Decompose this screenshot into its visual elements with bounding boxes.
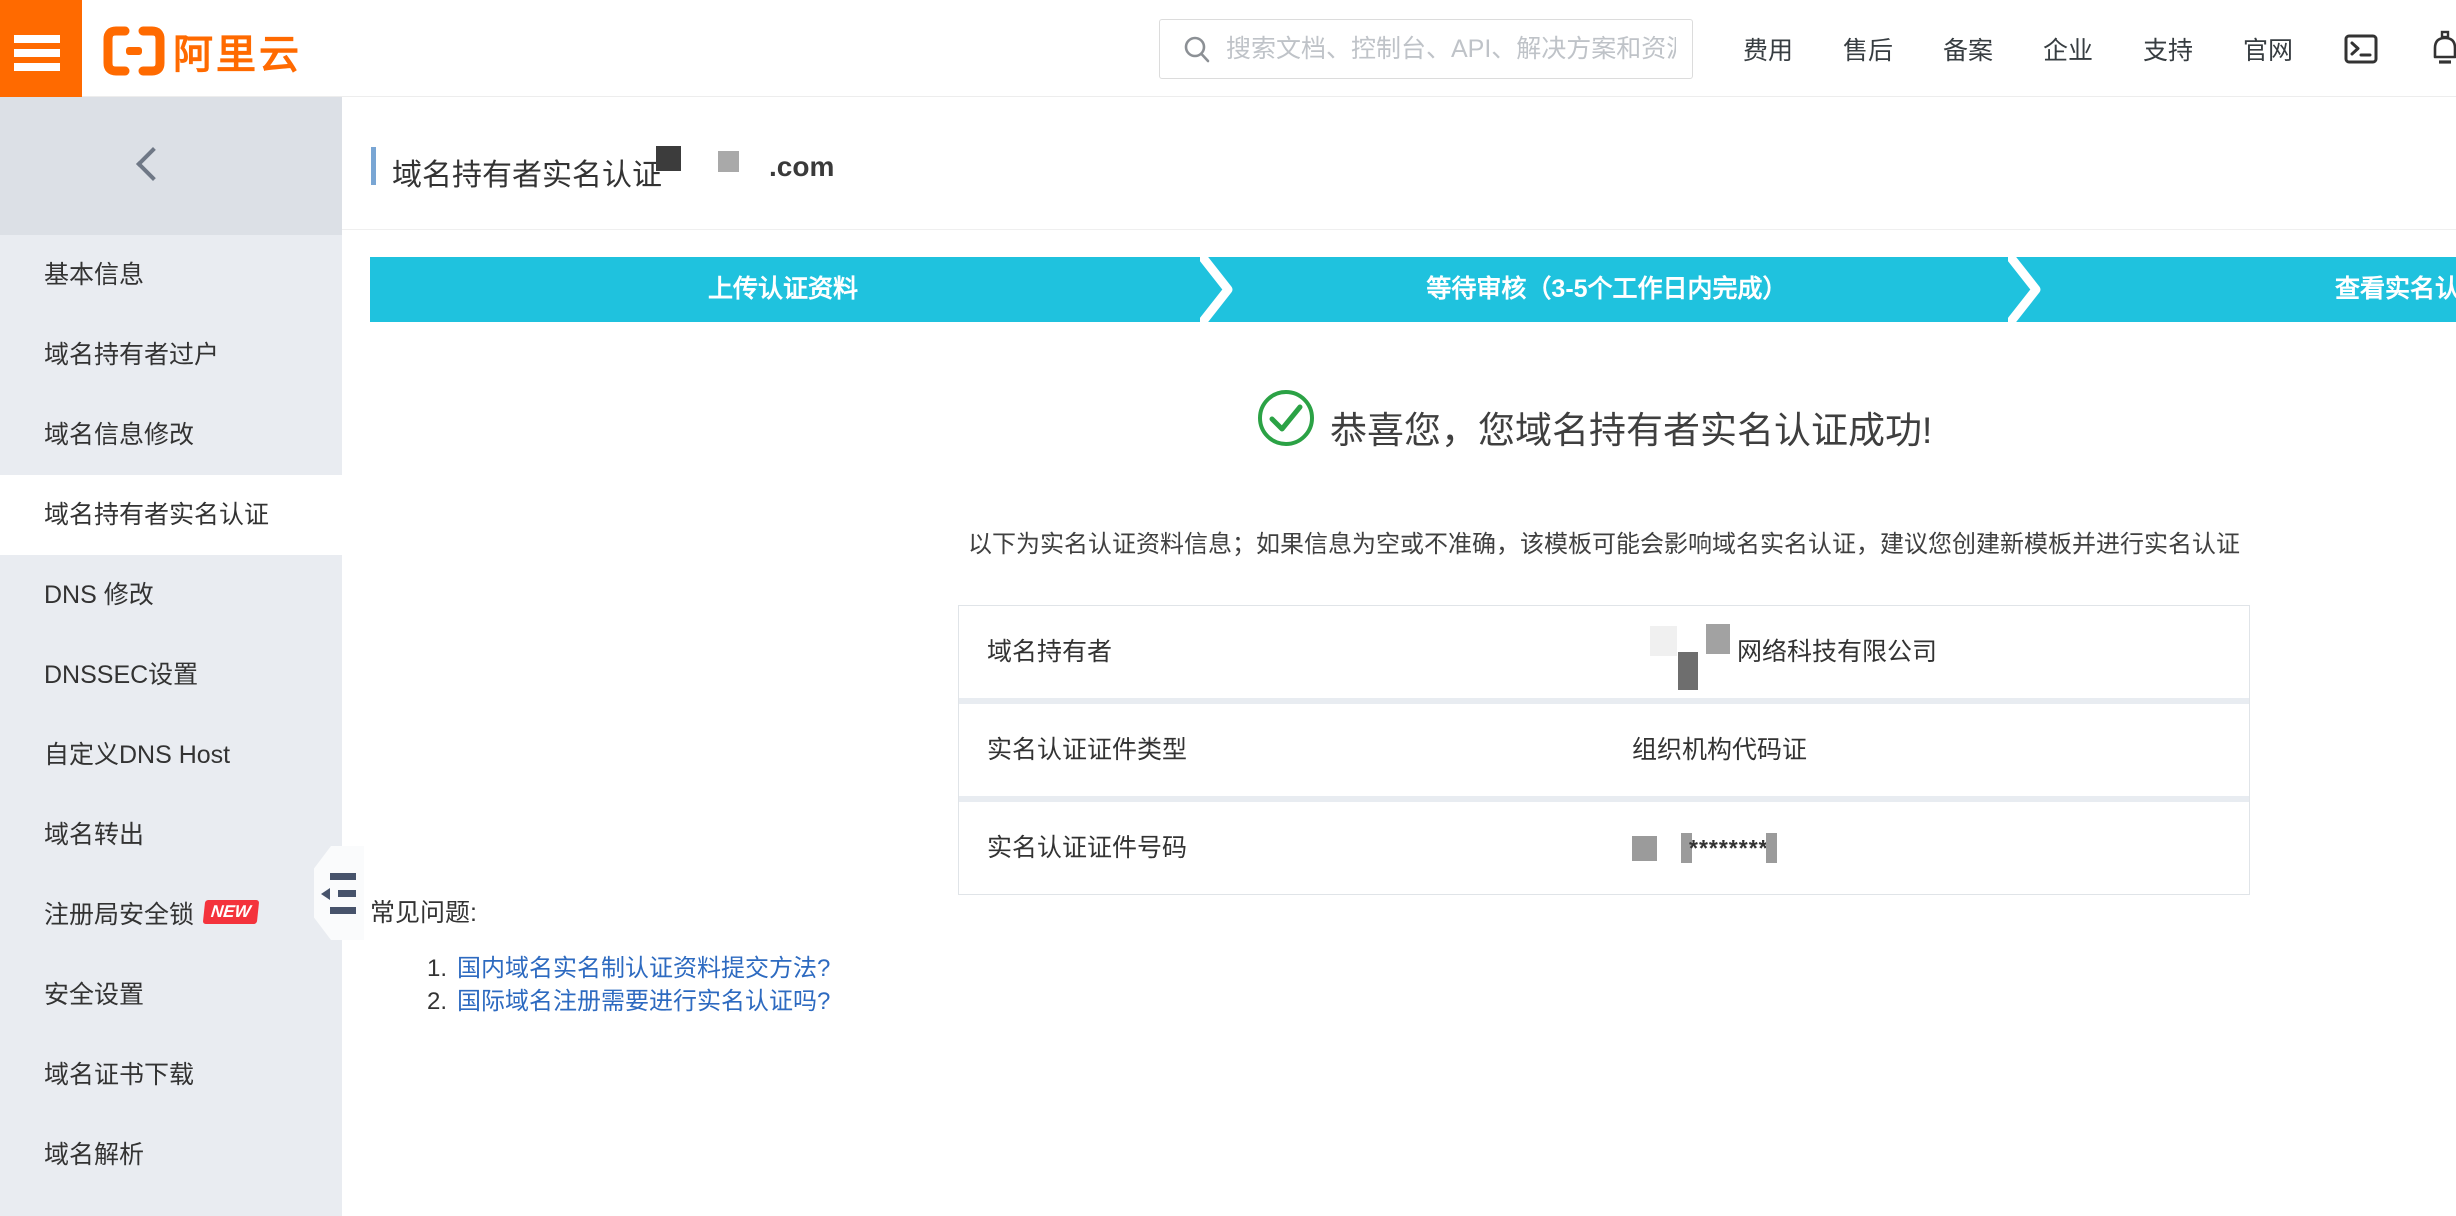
sidebar-item-label: 安全设置 [44, 981, 144, 1009]
faq-item: 2. 国际域名注册需要进行实名认证吗? [427, 981, 830, 1016]
search-input[interactable] [1226, 35, 1676, 64]
divider [342, 229, 2456, 230]
collapse-arrow-icon [321, 888, 330, 900]
sidebar-item-holder-transfer[interactable]: 域名持有者过户 [0, 315, 342, 395]
sidebar-item-basic-info[interactable]: 基本信息 [0, 235, 342, 315]
sidebar-collapse-header[interactable] [0, 97, 342, 235]
sidebar-item-certificate-download[interactable]: 域名证书下载 [0, 1035, 342, 1115]
global-search[interactable] [1159, 19, 1693, 79]
progress-steps-track: 上传认证资料 等待审核（3-5个工作日内完成） 查看实名认证结果 [370, 257, 2456, 322]
collapse-icon [338, 890, 356, 897]
sidebar-item-label: 自定义DNS Host [44, 741, 230, 769]
sidebar-item-label: 域名持有者实名认证 [44, 501, 269, 529]
top-bar: 阿里云 费用 售后 备案 企业 支持 官网 [0, 0, 2456, 97]
certificate-number-masked: ******** [1689, 802, 1769, 894]
redaction-block [1766, 833, 1777, 863]
table-row: 域名持有者 网络科技有限公司 [959, 606, 2249, 698]
sidebar-item-dns-modify[interactable]: DNS 修改 [0, 555, 342, 635]
step-await-review: 等待审核（3-5个工作日内完成） [1207, 257, 2007, 322]
row-value: 组织机构代码证 [1632, 704, 2249, 796]
faq-link-domestic-realname[interactable]: 国内域名实名制认证资料提交方法? [457, 955, 830, 982]
sidebar-item-label: 注册局安全锁 [44, 901, 194, 929]
faq-number: 1. [427, 955, 447, 982]
row-value: 网络科技有限公司 [1632, 606, 2249, 698]
domain-suffix: .com [769, 151, 834, 183]
sidebar: 基本信息 域名持有者过户 域名信息修改 域名持有者实名认证 DNS 修改 DNS… [0, 97, 342, 1216]
sidebar-collapse-handle[interactable] [314, 846, 364, 940]
redaction-mosaic [1632, 606, 1737, 698]
sidebar-item-label: 域名转出 [44, 821, 144, 849]
sidebar-item-label: 域名持有者过户 [44, 341, 219, 369]
sidebar-item-label: 域名信息修改 [44, 421, 194, 449]
step-view-result: 查看实名认证结果 [2035, 257, 2456, 322]
faq-link-international-realname[interactable]: 国际域名注册需要进行实名认证吗? [457, 988, 830, 1015]
sidebar-item-realname-verification[interactable]: 域名持有者实名认证 [0, 475, 342, 555]
nav-item-icp[interactable]: 备案 [1943, 31, 1993, 67]
holder-name: 网络科技有限公司 [1737, 606, 1937, 698]
success-check-icon [1256, 388, 1316, 448]
collapse-icon [330, 907, 356, 914]
sidebar-item-label: 域名解析 [44, 1141, 144, 1169]
collapse-icon [330, 873, 356, 880]
nav-item-fees[interactable]: 费用 [1743, 31, 1793, 67]
sidebar-item-dnssec[interactable]: DNSSEC设置 [0, 635, 342, 715]
logo-text: 阿里云 [173, 22, 302, 80]
sidebar-item-label: DNS 修改 [44, 581, 154, 609]
hamburger-icon [14, 63, 60, 71]
page-title: 域名持有者实名认证 [392, 150, 662, 194]
row-label: 域名持有者 [959, 606, 1632, 698]
sidebar-item-custom-dns-host[interactable]: 自定义DNS Host [0, 715, 342, 795]
nav-item-official-site[interactable]: 官网 [2243, 31, 2293, 67]
realname-info-table: 域名持有者 网络科技有限公司 实名认证证件类型 组织机构代码证 实名认证证件号码… [958, 605, 2250, 895]
table-row: 实名认证证件类型 组织机构代码证 [959, 704, 2249, 796]
sidebar-item-label: DNSSEC设置 [44, 661, 198, 689]
redacted-domain-block [656, 146, 681, 171]
notice-text: 以下为实名认证资料信息；如果信息为空或不准确，该模板可能会影响域名实名认证，建议… [958, 524, 2250, 559]
new-badge: NEW [203, 900, 259, 924]
terminal-button[interactable] [2343, 31, 2379, 67]
row-label: 实名认证证件号码 [959, 802, 1632, 894]
table-row: 实名认证证件号码 ******** [959, 802, 2249, 894]
progress-steps: 上传认证资料 等待审核（3-5个工作日内完成） 查看实名认证结果 [370, 257, 2456, 322]
redaction-block [1632, 836, 1657, 861]
hamburger-menu-button[interactable] [0, 0, 82, 97]
redacted-domain-block [718, 151, 739, 172]
sidebar-item-domain-transfer-out[interactable]: 域名转出 [0, 795, 342, 875]
sidebar-item-info-modify[interactable]: 域名信息修改 [0, 395, 342, 475]
success-message: 恭喜您，您域名持有者实名认证成功! [1330, 400, 1932, 454]
nav-item-aftersales[interactable]: 售后 [1843, 31, 1893, 67]
row-value: ******** [1632, 802, 2249, 894]
aliyun-brackets-icon [103, 25, 165, 77]
hamburger-icon [14, 35, 60, 43]
sidebar-item-security-settings[interactable]: 安全设置 [0, 955, 342, 1035]
sidebar-item-label: 基本信息 [44, 261, 144, 289]
nav-item-enterprise[interactable]: 企业 [2043, 31, 2093, 67]
search-icon [1182, 34, 1212, 64]
faq-number: 2. [427, 988, 447, 1015]
certificate-type: 组织机构代码证 [1632, 704, 1807, 796]
step-upload-materials: 上传认证资料 [383, 257, 1183, 322]
title-accent-bar [371, 147, 376, 185]
chevron-left-icon [136, 147, 170, 181]
hamburger-icon [14, 49, 60, 57]
nav-item-support[interactable]: 支持 [2143, 31, 2193, 67]
bell-icon [2429, 30, 2456, 68]
faq-title: 常见问题: [370, 893, 477, 929]
row-label: 实名认证证件类型 [959, 704, 1632, 796]
sidebar-item-registry-lock[interactable]: 注册局安全锁 NEW [0, 875, 342, 955]
sidebar-item-label: 域名证书下载 [44, 1061, 194, 1089]
aliyun-logo[interactable]: 阿里云 [103, 22, 302, 80]
notifications-button[interactable] [2429, 30, 2456, 68]
top-nav: 费用 售后 备案 企业 支持 官网 [1743, 0, 2456, 97]
sidebar-item-domain-resolution[interactable]: 域名解析 [0, 1115, 342, 1195]
faq-item: 1. 国内域名实名制认证资料提交方法? [427, 948, 830, 983]
terminal-icon [2343, 31, 2379, 67]
